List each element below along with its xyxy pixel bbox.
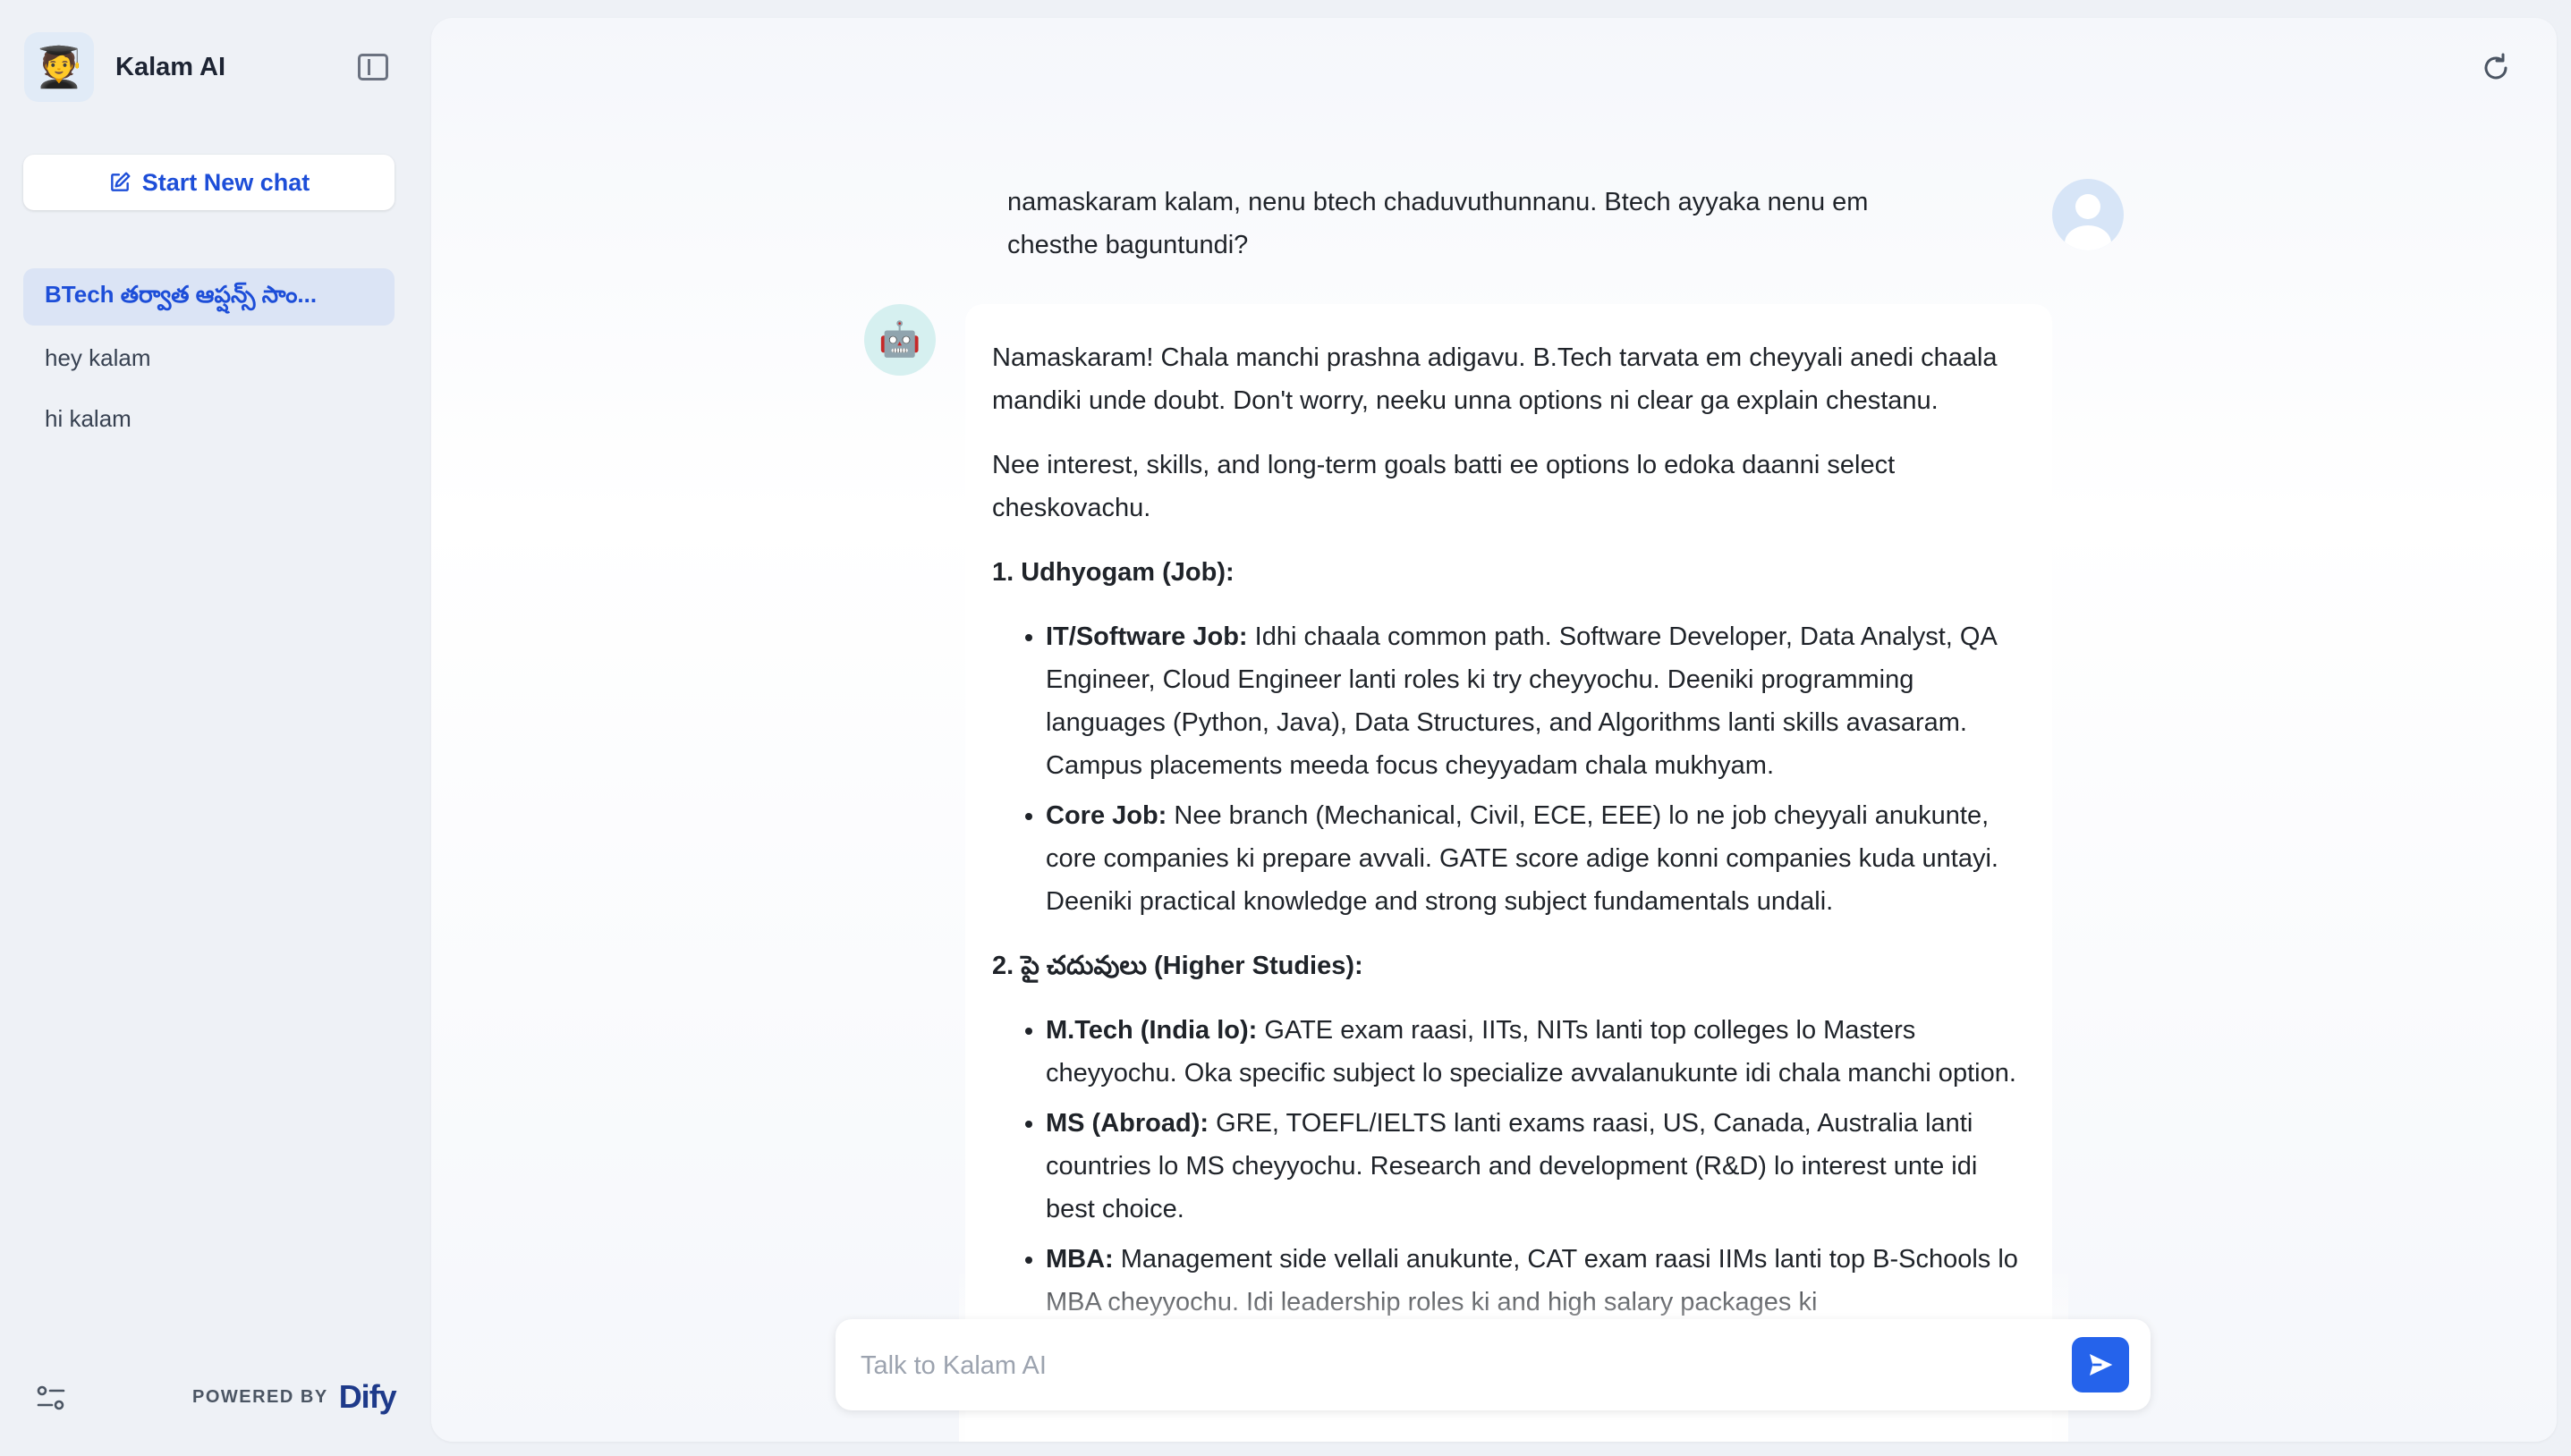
refresh-icon[interactable] xyxy=(2478,50,2514,86)
conversation-item[interactable]: BTech తర్వాత ఆప్షన్స్ సాం... xyxy=(23,268,395,326)
conversation-list: BTech తర్వాత ఆప్షన్స్ సాం... hey kalam h… xyxy=(23,268,395,451)
item-title: Core Job: xyxy=(1046,801,1167,830)
app-brand: 🧑‍🎓 Kalam AI xyxy=(24,32,225,102)
dify-logo: Dify xyxy=(338,1378,397,1415)
list-item: M.Tech (India lo): GATE exam raasi, IITs… xyxy=(1046,1009,2025,1095)
list-item: Core Job: Nee branch (Mechanical, Civil,… xyxy=(1046,794,2025,923)
chat-input-box xyxy=(836,1319,2151,1410)
send-button[interactable] xyxy=(2072,1337,2129,1393)
sidebar-collapse-icon[interactable] xyxy=(358,54,388,80)
start-new-chat-label: Start New chat xyxy=(141,168,310,196)
start-new-chat-button[interactable]: Start New chat xyxy=(23,155,395,210)
powered-by-badge[interactable]: POWERED BY Dify xyxy=(192,1378,397,1416)
user-message: namaskaram kalam, nenu btech chaduvuthun… xyxy=(1007,188,1869,259)
option-list: IT/Software Job: Idhi chaala common path… xyxy=(992,615,2025,923)
bot-message: Namaskaram! Chala manchi prashna adigavu… xyxy=(965,304,2052,1442)
conversation-item[interactable]: hey kalam xyxy=(23,329,395,386)
section-heading: 1. Udhyogam (Job): xyxy=(992,558,1235,587)
list-item: MBA: Management side vellali anukunte, C… xyxy=(1046,1238,2025,1324)
item-text: Management side vellali anukunte, CAT ex… xyxy=(1046,1245,2018,1316)
powered-by-label: POWERED BY xyxy=(192,1386,328,1407)
edit-icon xyxy=(110,172,131,191)
conversation-item[interactable]: hi kalam xyxy=(23,390,395,447)
item-title: M.Tech (India lo): xyxy=(1046,1016,1258,1045)
section-heading: 2. పై చదువులు (Higher Studies): xyxy=(992,952,1363,980)
bot-intro-paragraph: Namaskaram! Chala manchi prashna adigavu… xyxy=(992,343,1998,415)
send-icon xyxy=(2090,1354,2113,1376)
chat-panel: namaskaram kalam, nenu btech chaduvuthun… xyxy=(431,18,2557,1442)
item-title: IT/Software Job: xyxy=(1046,622,1248,651)
sidebar: 🧑‍🎓 Kalam AI Start New chat BTech తర్వాత… xyxy=(0,0,420,1456)
list-item: IT/Software Job: Idhi chaala common path… xyxy=(1046,615,2025,787)
bot-avatar: 🤖 xyxy=(864,304,936,376)
user-avatar-icon xyxy=(2065,194,2111,250)
option-list: M.Tech (India lo): GATE exam raasi, IITs… xyxy=(992,1009,2025,1324)
item-text: Nee branch (Mechanical, Civil, ECE, EEE)… xyxy=(1046,801,1998,916)
item-title: MS (Abroad): xyxy=(1046,1109,1209,1138)
app-logo-icon: 🧑‍🎓 xyxy=(24,32,94,102)
user-avatar xyxy=(2052,179,2124,250)
app-name: Kalam AI xyxy=(115,52,226,81)
item-title: MBA: xyxy=(1046,1245,1114,1274)
chat-input[interactable] xyxy=(859,1344,2025,1387)
list-item: MS (Abroad): GRE, TOEFL/IELTS lanti exam… xyxy=(1046,1102,2025,1231)
settings-sliders-icon[interactable] xyxy=(36,1384,66,1411)
bot-intro-paragraph: Nee interest, skills, and long-term goal… xyxy=(992,451,1896,522)
